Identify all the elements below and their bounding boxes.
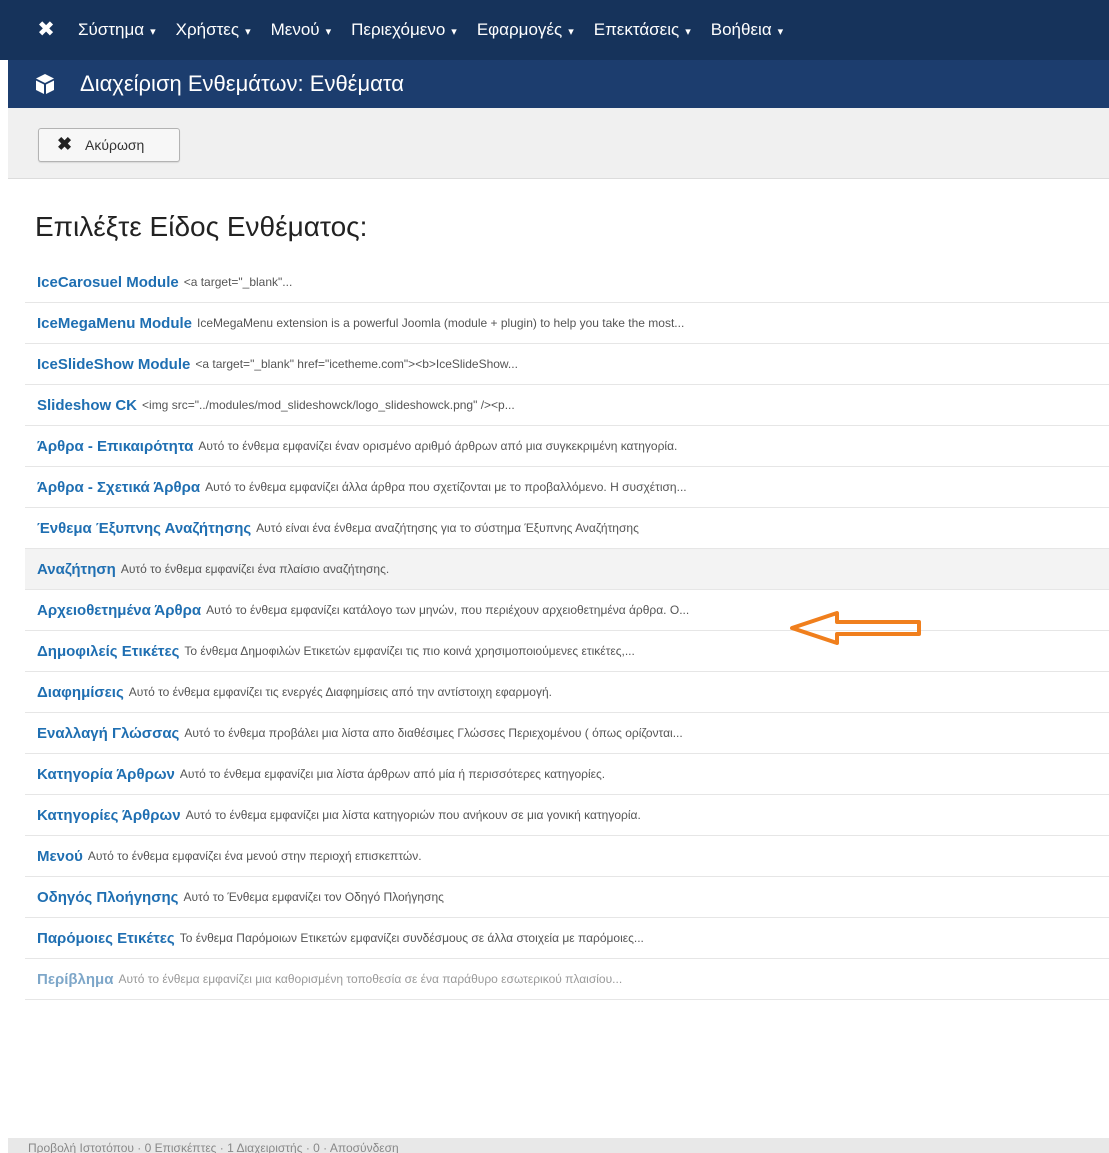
close-icon: ✖ [57, 134, 73, 154]
list-item: IceSlideShow Module <a target="_blank" hr… [25, 344, 1109, 385]
module-link[interactable]: Κατηγορίες Άρθρων [37, 807, 181, 824]
menu-components[interactable]: Εφαρμογές ▾ [477, 18, 574, 44]
module-link[interactable]: Άρθρα - Σχετικά Άρθρα [37, 479, 200, 496]
chevron-down-icon: ▾ [568, 26, 574, 38]
list-item: Κατηγορίες Άρθρων Αυτό το ένθεμα εμφανίζε… [25, 795, 1109, 836]
top-nav-bar: ✖ Σύστημα ▾ Χρήστες ▾ Μενού ▾ Περιεχόμενο ▾ … [0, 0, 1109, 60]
module-link[interactable]: Κατηγορία Άρθρων [37, 766, 175, 783]
module-link[interactable]: Δημοφιλείς Ετικέτες [37, 643, 179, 660]
cube-icon [34, 73, 56, 100]
list-item: Ένθεμα Έξυπνης Αναζήτησης Αυτό είναι ένα … [25, 508, 1109, 549]
main-menu: Σύστημα ▾ Χρήστες ▾ Μενού ▾ Περιεχόμενο ▾ Εφ… [78, 18, 803, 44]
module-link[interactable]: Παρόμοιες Ετικέτες [37, 930, 175, 947]
module-link[interactable]: Άρθρα - Επικαιρότητα [37, 438, 193, 455]
joomla-logo-icon[interactable]: ✖ [35, 19, 57, 41]
list-item: Οδηγός Πλοήγησης Αυτό το Ένθεμα εμφανίζει… [25, 877, 1109, 918]
module-description: Αυτό το ένθεμα εμφανίζει ένα μενού στην … [87, 849, 422, 863]
list-item: Αρχειοθετημένα Άρθρα Αυτό το ένθεμα εμφαν… [25, 590, 1109, 631]
toolbar: ✖ Ακύρωση [8, 108, 1109, 179]
list-item: Παρόμοιες Ετικέτες Το ένθεμα Παρόμοιων Ετ… [25, 918, 1109, 959]
module-description: <img src="../modules/mod_slideshowck/log… [142, 398, 515, 412]
module-description: Το ένθεμα Παρόμοιων Ετικετών εμφανίζει σ… [179, 931, 644, 945]
menu-help[interactable]: Βοήθεια ▾ [711, 18, 783, 44]
list-item: Διαφημίσεις Αυτό το ένθεμα εμφανίζει τις … [25, 672, 1109, 713]
list-item: Δημοφιλείς Ετικέτες Το ένθεμα Δημοφιλών Ε… [25, 631, 1109, 672]
page-title: Διαχείριση Ενθεμάτων: Ενθέματα [80, 71, 404, 96]
module-type-list: IceCarosuel Module <a target="_blank"... … [25, 262, 1109, 1000]
chevron-down-icon: ▾ [685, 26, 691, 38]
module-description: Αυτό το ένθεμα εμφανίζει μια λίστα άρθρω… [179, 767, 606, 781]
list-item: Μενού Αυτό το ένθεμα εμφανίζει ένα μενού … [25, 836, 1109, 877]
list-item: IceMegaMenu Module IceMegaMenu extension … [25, 303, 1109, 344]
module-link[interactable]: IceSlideShow Module [37, 356, 190, 373]
chevron-down-icon: ▾ [325, 26, 332, 38]
list-item: Άρθρα - Σχετικά Άρθρα Αυτό το ένθεμα εμφα… [25, 467, 1109, 508]
arrow-annotation-icon [790, 611, 921, 645]
module-description: <a target="_blank" href="icetheme.com"><… [195, 357, 518, 371]
section-heading: Επιλέξτε Είδος Ενθέματος: [35, 211, 368, 242]
list-item: Εναλλαγή Γλώσσας Αυτό το ένθεμα προβάλει … [25, 713, 1109, 754]
menu-extensions[interactable]: Επεκτάσεις ▾ [594, 18, 691, 44]
module-link[interactable]: IceCarosuel Module [37, 274, 179, 291]
module-description: <a target="_blank"... [183, 275, 293, 289]
list-item: IceCarosuel Module <a target="_blank"... [25, 262, 1109, 303]
module-link[interactable]: Ένθεμα Έξυπνης Αναζήτησης [37, 520, 251, 537]
module-description: Αυτό το ένθεμα εμφανίζει ένα πλαίσιο ανα… [120, 562, 390, 576]
module-link[interactable]: IceMegaMenu Module [37, 315, 192, 332]
module-link[interactable]: Οδηγός Πλοήγησης [37, 889, 178, 906]
chevron-down-icon: ▾ [777, 26, 784, 38]
cancel-button[interactable]: ✖ Ακύρωση [38, 128, 180, 162]
module-description: Αυτό το ένθεμα εμφανίζει τις ενεργές Δια… [128, 685, 552, 699]
module-link[interactable]: Μενού [37, 848, 83, 865]
module-description: Αυτό το ένθεμα προβάλει μια λίστα απο δι… [184, 726, 683, 740]
module-link[interactable]: Αρχειοθετημένα Άρθρα [37, 602, 201, 619]
module-link[interactable]: Διαφημίσεις [37, 684, 124, 701]
list-item: Slideshow CK <img src="../modules/mod_sli… [25, 385, 1109, 426]
list-item: Αναζήτηση Αυτό το ένθεμα εμφανίζει ένα πλ… [25, 549, 1109, 590]
module-link[interactable]: Περίβλημα [37, 971, 113, 988]
list-item: Κατηγορία Άρθρων Αυτό το ένθεμα εμφανίζει… [25, 754, 1109, 795]
module-description: Αυτό το Ένθεμα εμφανίζει τον Οδηγό Πλοήγ… [183, 890, 444, 904]
module-link[interactable]: Εναλλαγή Γλώσσας [37, 725, 179, 742]
menu-content[interactable]: Περιεχόμενο ▾ [351, 18, 457, 44]
menu-users[interactable]: Χρήστες ▾ [176, 18, 251, 44]
module-description: Αυτό το ένθεμα εμφανίζει μια καθορισμένη… [118, 972, 623, 986]
module-description: Αυτό το ένθεμα εμφανίζει μια λίστα κατηγ… [185, 808, 641, 822]
module-description: Το ένθεμα Δημοφιλών Ετικετών εμφανίζει τ… [184, 644, 635, 658]
page-header: Διαχείριση Ενθεμάτων: Ενθέματα [8, 60, 1109, 108]
module-description: Αυτό το ένθεμα εμφανίζει κατάλογο των μη… [206, 603, 690, 617]
module-link[interactable]: Slideshow CK [37, 397, 137, 414]
status-bar: Προβολή Ιστοτόπου · 0 Επισκέπτες · 1 Δια… [8, 1138, 1109, 1153]
module-description: Αυτό το ένθεμα εμφανίζει έναν ορισμένο α… [198, 439, 678, 453]
chevron-down-icon: ▾ [451, 26, 457, 38]
cancel-button-label: Ακύρωση [85, 137, 145, 153]
list-item: Άρθρα - Επικαιρότητα Αυτό το ένθεμα εμφαν… [25, 426, 1109, 467]
chevron-down-icon: ▾ [245, 26, 251, 38]
menu-menus[interactable]: Μενού ▾ [271, 18, 332, 44]
menu-system[interactable]: Σύστημα ▾ [78, 18, 156, 44]
module-link[interactable]: Αναζήτηση [37, 561, 116, 578]
status-text: Προβολή Ιστοτόπου · 0 Επισκέπτες · 1 Δια… [28, 1141, 399, 1153]
list-item: Περίβλημα Αυτό το ένθεμα εμφανίζει μια κα… [25, 959, 1109, 1000]
module-description: Αυτό το ένθεμα εμφανίζει άλλα άρθρα που … [205, 480, 687, 494]
module-description: IceMegaMenu extension is a powerful Joom… [197, 316, 685, 330]
module-description: Αυτό είναι ένα ένθεμα αναζήτησης για το … [256, 521, 639, 535]
chevron-down-icon: ▾ [150, 26, 156, 38]
